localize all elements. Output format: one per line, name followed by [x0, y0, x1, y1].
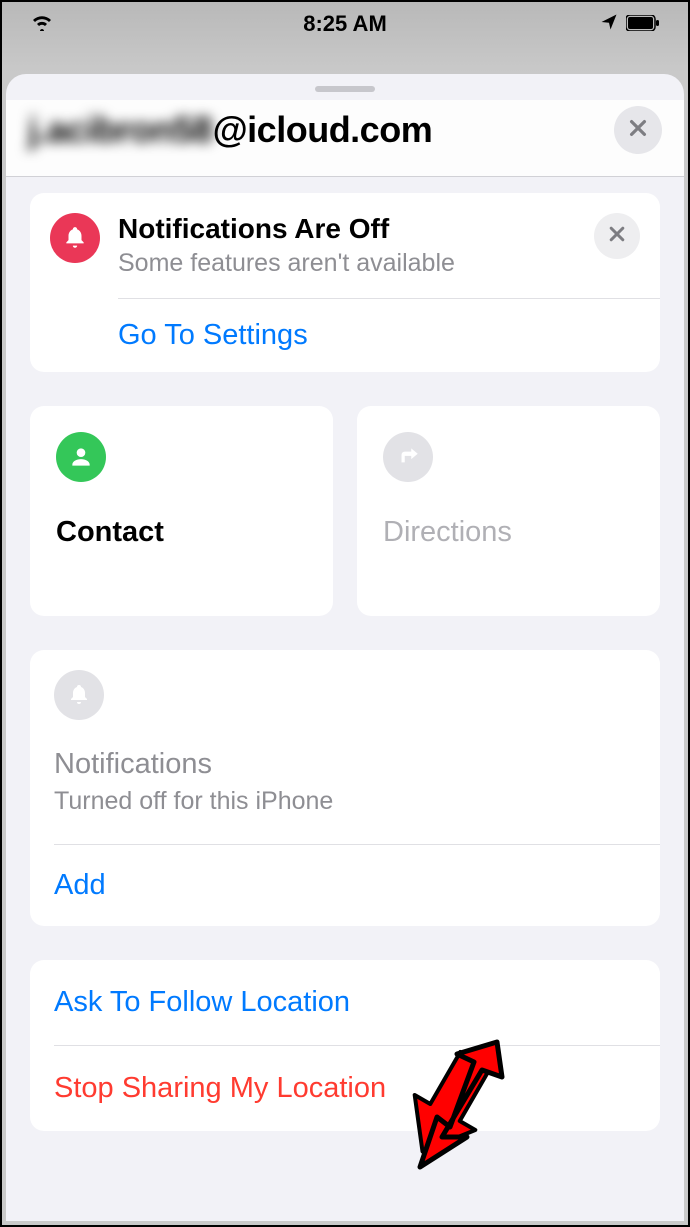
status-left: [30, 11, 54, 37]
contact-sheet: j.acibron58@icloud.com Notifications Are…: [6, 74, 684, 1221]
location-actions-card: Ask To Follow Location Stop Sharing My L…: [30, 960, 660, 1131]
directions-label: Directions: [383, 516, 634, 549]
contact-label: Contact: [56, 516, 307, 549]
title-blurred-part: j.acibron58: [28, 109, 213, 151]
notifications-off-subtitle: Some features aren't available: [118, 249, 576, 278]
notifications-section-subtitle: Turned off for this iPhone: [54, 787, 636, 816]
ask-follow-location-button[interactable]: Ask To Follow Location: [30, 960, 660, 1045]
status-right: [600, 11, 660, 37]
notifications-off-row: Notifications Are Off Some features aren…: [30, 193, 660, 298]
bell-icon: [54, 670, 104, 720]
sheet-content: Notifications Are Off Some features aren…: [6, 177, 684, 1147]
tiles-row: Contact Directions: [30, 406, 660, 616]
notifications-off-text: Notifications Are Off Some features aren…: [118, 213, 576, 278]
notifications-section-title: Notifications: [54, 748, 636, 781]
stop-sharing-location-button[interactable]: Stop Sharing My Location: [30, 1046, 660, 1131]
title-visible-part: @icloud.com: [213, 109, 433, 150]
location-arrow-icon: [600, 11, 618, 37]
go-to-settings-button[interactable]: Go To Settings: [30, 299, 660, 372]
directions-tile[interactable]: Directions: [357, 406, 660, 616]
notifications-off-card: Notifications Are Off Some features aren…: [30, 193, 660, 372]
add-notification-button[interactable]: Add: [30, 845, 660, 926]
battery-icon: [626, 11, 660, 37]
notifications-section-body: Notifications Turned off for this iPhone: [30, 650, 660, 844]
notifications-off-dismiss-button[interactable]: [594, 213, 640, 259]
directions-arrow-icon: [383, 432, 433, 482]
close-icon: [607, 224, 627, 249]
notifications-off-title: Notifications Are Off: [118, 213, 576, 245]
close-button[interactable]: [614, 106, 662, 154]
status-time: 8:25 AM: [303, 11, 387, 37]
status-bar: 8:25 AM: [2, 2, 688, 46]
sheet-grabber[interactable]: [315, 86, 375, 92]
wifi-icon: [30, 11, 54, 37]
person-icon: [56, 432, 106, 482]
contact-tile[interactable]: Contact: [30, 406, 333, 616]
close-icon: [627, 117, 649, 144]
bell-icon: [50, 213, 100, 263]
notifications-section-card: Notifications Turned off for this iPhone…: [30, 650, 660, 926]
sheet-header: j.acibron58@icloud.com: [6, 100, 684, 176]
sheet-title: j.acibron58@icloud.com: [28, 109, 432, 151]
